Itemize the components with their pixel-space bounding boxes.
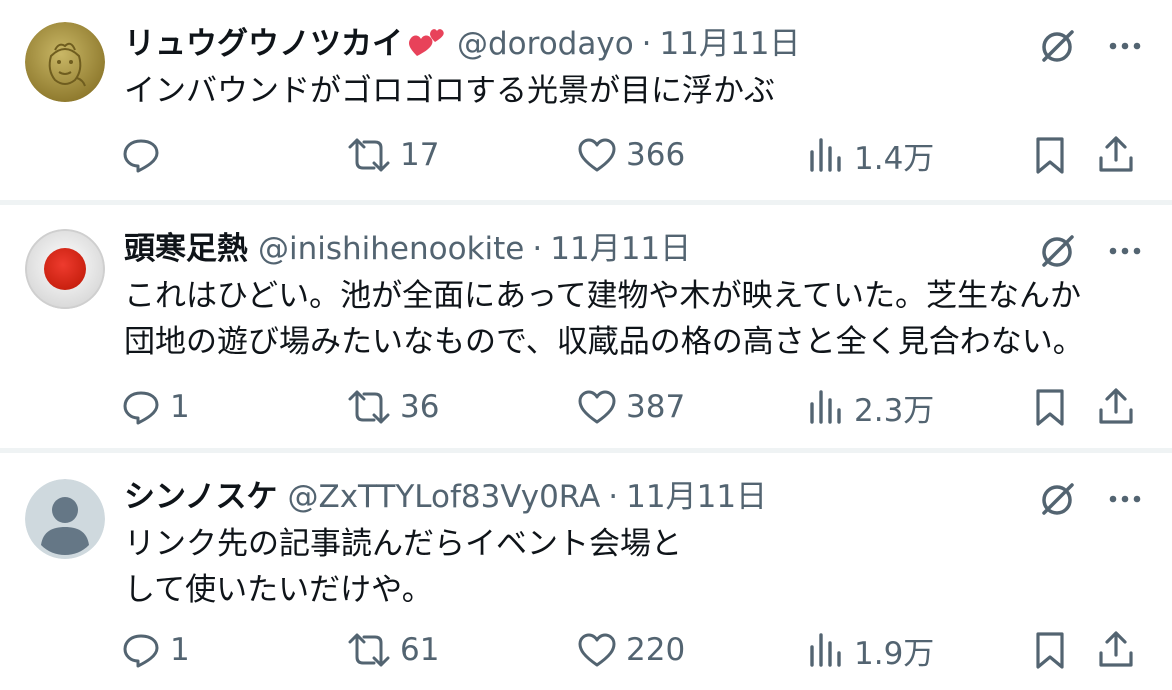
tweet-date[interactable]: 11月11日 [550, 227, 691, 271]
retweet-button[interactable]: 61 [346, 625, 439, 675]
avatar[interactable] [25, 229, 105, 309]
bookmark-button[interactable] [1030, 382, 1070, 432]
tweet-date[interactable]: 11月11日 [660, 22, 801, 66]
tweet-actions: 1 36 387 2.3万 [120, 382, 1142, 432]
views-chart-icon [810, 390, 841, 424]
avatar[interactable] [25, 479, 105, 559]
default-person-avatar-icon [25, 479, 105, 559]
grok-icon[interactable] [1038, 26, 1078, 66]
share-icon [1099, 136, 1133, 172]
retweet-icon [348, 390, 390, 424]
retweet-button[interactable]: 17 [346, 130, 439, 180]
bookmark-button[interactable] [1030, 625, 1070, 675]
tweet-text: リンク先の記事読んだらイベント会場と して使いたいだけや。 [124, 526, 682, 608]
more-options-icon[interactable] [1108, 479, 1142, 519]
tweet-text: これはひどい。池が全面にあって建物や木が映えていた。芝生なんか 団地の遊び場みた… [124, 278, 1084, 360]
retweet-button[interactable]: 36 [346, 382, 439, 432]
gold-coin-avatar-icon [25, 22, 105, 102]
two-hearts-icon [407, 26, 447, 62]
share-button[interactable] [1096, 625, 1136, 675]
red-sun-avatar-icon [25, 229, 105, 309]
more-options-icon[interactable] [1108, 231, 1142, 271]
views-button[interactable]: 2.3万 [804, 382, 934, 432]
grok-icon[interactable] [1038, 479, 1078, 519]
tweet-text: インバウンドがゴロゴロする光景が目に浮かぶ [124, 73, 775, 109]
views-chart-icon [810, 138, 841, 172]
retweet-count: 36 [400, 389, 440, 425]
share-icon [1099, 388, 1133, 424]
display-name[interactable]: シンノスケ [124, 475, 277, 519]
tweet-top-icons [1038, 26, 1142, 66]
heart-icon [578, 633, 616, 667]
like-button[interactable]: 366 [576, 130, 685, 180]
views-count: 2.3万 [854, 392, 935, 429]
retweet-count: 17 [400, 137, 440, 173]
user-handle[interactable]: @inishihenookite [258, 227, 524, 271]
views-count: 1.9万 [854, 635, 935, 672]
share-button[interactable] [1096, 382, 1136, 432]
retweet-count: 61 [400, 632, 440, 668]
like-button[interactable]: 220 [576, 625, 685, 675]
bookmark-icon [1036, 389, 1064, 426]
tweet-item[interactable]: 頭寒足熱 @inishihenookite · 11月11日 これはひどい。池が… [0, 205, 1172, 453]
tweet-header: シンノスケ @ZxTTYLof83Vy0RA · 11月11日 [124, 475, 1012, 519]
tweet-date[interactable]: 11月11日 [626, 475, 767, 519]
retweet-icon [348, 138, 390, 172]
bookmark-icon [1036, 137, 1064, 174]
share-button[interactable] [1096, 130, 1136, 180]
separator-dot: · [608, 479, 619, 515]
tweet-top-icons [1038, 231, 1142, 271]
tweet-item[interactable]: リュウグウノツカイ @dorodayo · 11月11日 インバウンドがゴロゴロ [0, 0, 1172, 205]
like-count: 387 [626, 389, 686, 425]
tweet-actions: 17 366 1.4万 [120, 130, 1142, 180]
tweet-top-icons [1038, 479, 1142, 519]
bookmark-icon [1036, 632, 1064, 669]
reply-icon [123, 391, 159, 425]
tweet-header: リュウグウノツカイ @dorodayo · 11月11日 [124, 22, 1012, 66]
like-count: 366 [626, 137, 686, 173]
views-button[interactable]: 1.4万 [804, 130, 934, 180]
display-name[interactable]: リュウグウノツカイ [124, 22, 403, 66]
separator-dot: · [532, 231, 543, 267]
heart-icon [578, 138, 616, 172]
bookmark-button[interactable] [1030, 130, 1070, 180]
tweet-actions: 1 61 220 1.9万 [120, 625, 1142, 675]
views-count: 1.4万 [854, 140, 935, 177]
like-button[interactable]: 387 [576, 382, 685, 432]
user-handle[interactable]: @ZxTTYLof83Vy0RA [287, 475, 600, 519]
views-chart-icon [810, 633, 841, 667]
user-handle[interactable]: @dorodayo [457, 22, 634, 66]
like-count: 220 [626, 632, 686, 668]
separator-dot: · [641, 26, 652, 62]
more-options-icon[interactable] [1108, 26, 1142, 66]
reply-icon [123, 634, 159, 668]
tweet-header: 頭寒足熱 @inishihenookite · 11月11日 [124, 227, 1012, 271]
retweet-icon [348, 633, 390, 667]
reply-count: 1 [170, 632, 190, 668]
views-button[interactable]: 1.9万 [804, 625, 934, 675]
reply-button[interactable]: 1 [120, 382, 190, 432]
reply-icon [123, 139, 159, 173]
heart-icon [578, 390, 616, 424]
reply-button[interactable] [120, 130, 170, 180]
avatar[interactable] [25, 22, 105, 102]
grok-icon[interactable] [1038, 231, 1078, 271]
display-name[interactable]: 頭寒足熱 [124, 227, 248, 271]
reply-button[interactable]: 1 [120, 625, 190, 675]
reply-count: 1 [170, 389, 190, 425]
share-icon [1099, 631, 1133, 667]
tweet-item[interactable]: シンノスケ @ZxTTYLof83Vy0RA · 11月11日 リンク先の記事読… [0, 453, 1172, 690]
